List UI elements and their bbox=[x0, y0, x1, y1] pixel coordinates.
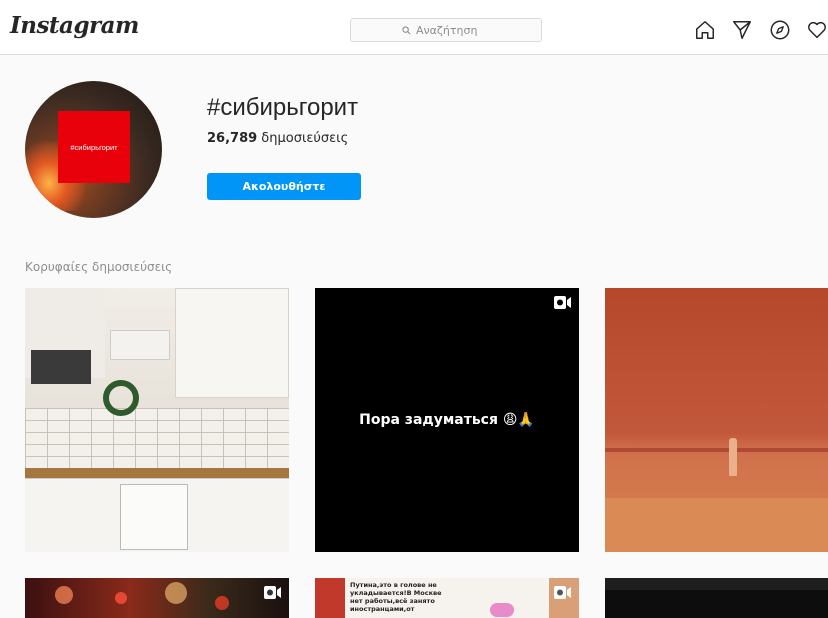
search-input[interactable] bbox=[416, 23, 490, 37]
hashtag-title: #сибирьгорит bbox=[207, 94, 359, 121]
top-navigation-bar: Instagram bbox=[0, 0, 828, 55]
microwave-shape bbox=[31, 350, 91, 384]
top-posts-heading: Κορυφαίες δημοσιεύσεις bbox=[25, 260, 173, 274]
wreath-shape bbox=[103, 380, 139, 416]
post-tile-kitchen[interactable] bbox=[25, 288, 289, 552]
video-icon bbox=[554, 586, 571, 599]
post-tile-dark[interactable] bbox=[605, 578, 828, 618]
direct-icon[interactable] bbox=[731, 19, 753, 41]
post-tile-orange-sky[interactable] bbox=[605, 288, 828, 552]
hashtag-avatar: #сибирьгорит bbox=[25, 81, 162, 218]
explore-icon[interactable] bbox=[769, 19, 791, 41]
post-tile-text-screenshot[interactable]: Путина,это в голове не укладывается!В Мо… bbox=[315, 578, 579, 618]
post-count-number: 26,789 bbox=[207, 131, 258, 146]
avatar-text: #сибирьгорит bbox=[70, 142, 118, 152]
post-count: 26,789 δημοσιεύσεις bbox=[207, 131, 348, 146]
post-count-label: δημοσιεύσεις bbox=[257, 131, 349, 146]
pink-shape bbox=[490, 603, 514, 617]
video-icon bbox=[554, 296, 571, 309]
search-icon bbox=[402, 25, 411, 34]
post-caption-text: Путина,это в голове не укладывается!В Мо… bbox=[350, 581, 442, 613]
person-figure bbox=[729, 438, 737, 476]
video-icon bbox=[264, 586, 281, 599]
instagram-logo[interactable]: Instagram bbox=[10, 12, 139, 39]
post-tile-video-text[interactable]: Пора задуматься 😩🙏 bbox=[315, 288, 579, 552]
activity-heart-icon[interactable] bbox=[806, 19, 828, 41]
video-overlay-text: Пора задуматься 😩🙏 bbox=[359, 412, 535, 428]
post-tile-lights[interactable] bbox=[25, 578, 289, 618]
avatar-red-square: #сибирьгорит bbox=[58, 111, 130, 183]
home-icon[interactable] bbox=[694, 19, 716, 41]
search-box[interactable] bbox=[350, 18, 542, 42]
follow-button[interactable]: Ακολουθήστε bbox=[207, 173, 361, 200]
oven-shape bbox=[120, 484, 188, 550]
